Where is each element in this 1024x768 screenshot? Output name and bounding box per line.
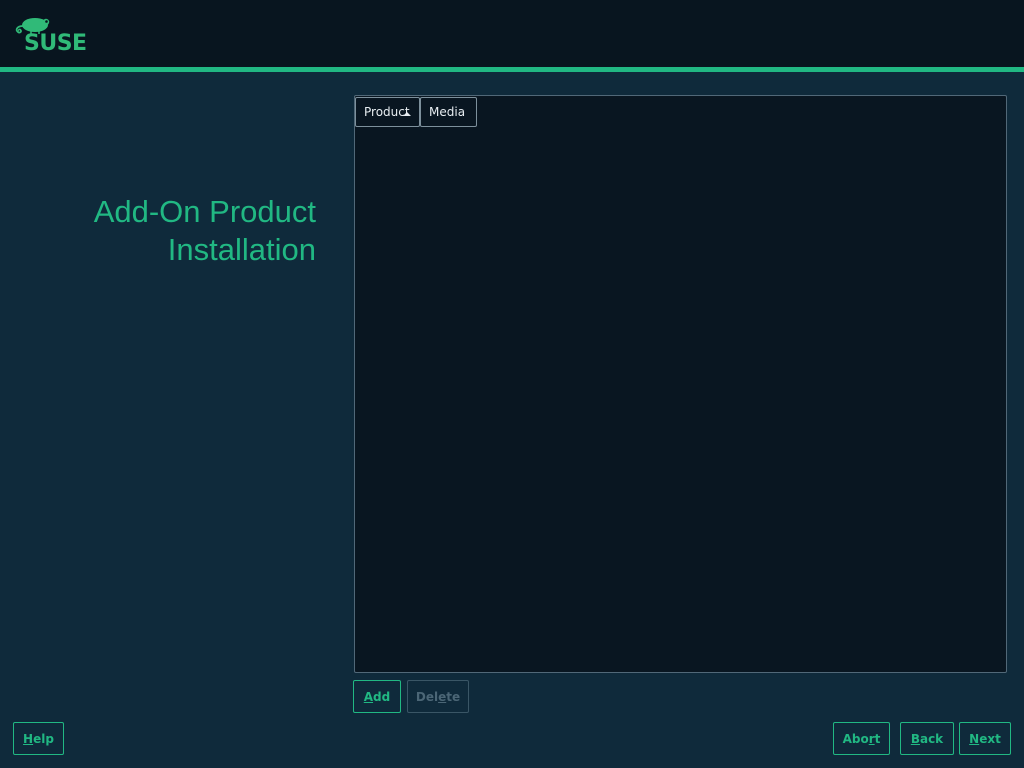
column-header-product[interactable]: Product	[355, 97, 420, 127]
header-accent-line	[0, 67, 1024, 72]
header-bar: SUSE ™	[0, 0, 1024, 67]
addon-products-table[interactable]: Product Media	[354, 95, 1007, 673]
page-title-line-2: Installation	[167, 232, 316, 267]
sort-ascending-icon	[403, 112, 411, 116]
logo-wordmark: SUSE	[24, 31, 87, 56]
abort-button[interactable]: Abort	[833, 722, 890, 755]
suse-logo: SUSE ™	[13, 16, 87, 56]
column-header-media-label: Media	[429, 105, 466, 119]
trademark-mark: ™	[80, 47, 85, 53]
back-button[interactable]: Back	[900, 722, 954, 755]
column-header-media[interactable]: Media	[420, 97, 477, 127]
next-button[interactable]: Next	[959, 722, 1011, 755]
page-title-line-1: Add-On Product	[93, 194, 316, 229]
delete-button[interactable]: Delete	[407, 680, 469, 713]
help-button[interactable]: Help	[13, 722, 64, 755]
page-title: Add-On Product Installation	[16, 193, 316, 269]
add-button[interactable]: Add	[353, 680, 401, 713]
